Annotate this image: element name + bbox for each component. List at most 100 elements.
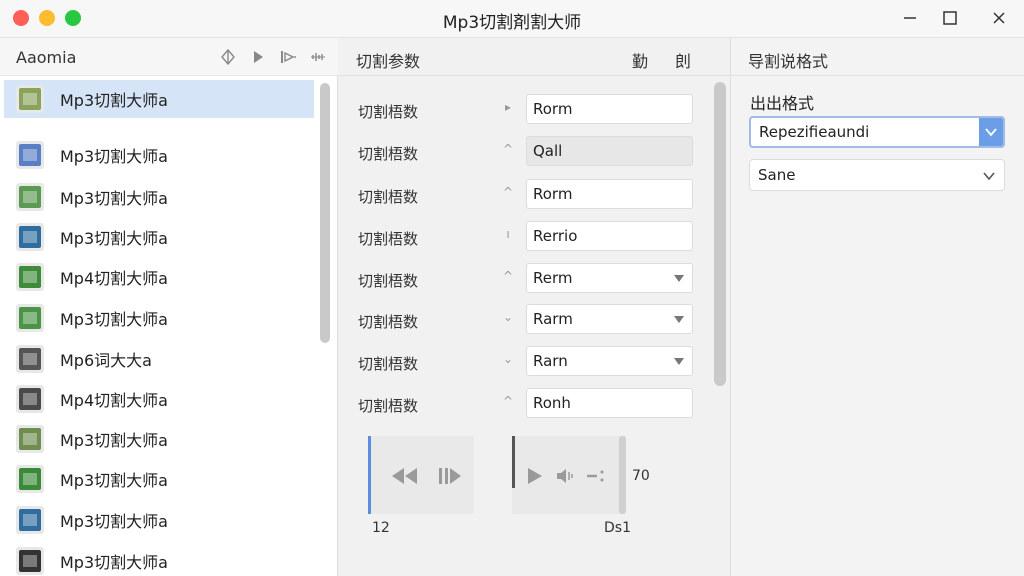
start-marker[interactable] — [368, 436, 371, 514]
param-row: 切割梧数 ⌄ Rarn — [338, 346, 731, 378]
file-list-item-label: Mp6词大大a — [60, 351, 152, 370]
params-title: 切割参数 — [356, 52, 421, 71]
chevron-down-icon[interactable] — [674, 316, 684, 323]
param-label: 切割梧数 — [358, 188, 419, 206]
file-list-item-label: Mp3切割大师a — [60, 431, 168, 450]
quality-select[interactable]: Sane — [749, 159, 1005, 191]
file-list-item[interactable]: Mp3切割大师a — [4, 298, 314, 338]
param-input[interactable]: Rorm — [526, 94, 693, 124]
header-label-2: 勤 — [632, 52, 649, 71]
info-file-icon — [16, 141, 44, 169]
param-row: 切割梧数 ^ Qall — [338, 136, 731, 168]
file-list-item[interactable]: Mp3切割大师a — [4, 177, 314, 217]
file-list-item[interactable]: Mp3切割大师a — [4, 500, 314, 540]
param-input[interactable]: Ronh — [526, 388, 693, 418]
param-dropdown[interactable]: Rarn — [526, 346, 693, 376]
waveform-icon[interactable] — [308, 47, 328, 67]
param-label: 切割梧数 — [358, 355, 419, 373]
file-list-item[interactable]: Mp4切割大师a — [4, 257, 314, 297]
file-list-item-label: Mp3切割大师a — [60, 189, 168, 208]
param-arrow-icon[interactable]: ^ — [500, 142, 516, 156]
file-list-item[interactable]: Mp6词大大a — [4, 339, 314, 379]
window-title: Mp3切割剤割大师 — [442, 13, 582, 33]
param-arrow-icon[interactable]: ⌄ — [500, 310, 516, 324]
maximize-icon[interactable] — [938, 7, 962, 29]
quality-select-value: Sane — [758, 166, 796, 184]
minimize-icon[interactable] — [898, 7, 922, 29]
file-list-item[interactable]: Mp3切割大师a — [4, 217, 314, 257]
param-arrow-icon[interactable]: ▸ — [500, 100, 516, 114]
param-arrow-icon[interactable]: ^ — [500, 269, 516, 283]
file-list-item[interactable]: Mp4切割大师a — [4, 379, 314, 419]
file-list-item-label: Mp3切割大师a — [60, 310, 168, 329]
file-list-item[interactable]: Mp3切割大师a — [4, 419, 314, 459]
chevron-down-icon[interactable] — [982, 168, 996, 186]
end-time: Ds1 — [604, 520, 631, 536]
blue-file-icon — [16, 506, 44, 534]
grid-file-icon — [16, 85, 44, 113]
volume-icon[interactable] — [554, 464, 576, 488]
param-input[interactable]: Rerrio — [526, 221, 693, 251]
file-list-item-label: Mp3切割大师a — [60, 229, 168, 248]
file-list-item-label: Mp3切割大师a — [60, 553, 168, 572]
param-row: 切割梧数 ^ Rerm — [338, 263, 731, 295]
player-controls: 70 12 Ds1 — [368, 436, 650, 536]
param-label: 切割梧数 — [358, 397, 419, 415]
player-value: 70 — [632, 468, 650, 484]
param-value: Rarm — [533, 310, 573, 328]
param-dropdown[interactable]: Rarm — [526, 304, 693, 334]
close-icon[interactable] — [987, 7, 1011, 29]
param-label: 切割梧数 — [358, 272, 419, 290]
param-value: Rerm — [533, 269, 573, 287]
param-value: Qall — [533, 142, 563, 160]
file-list-item[interactable]: Mp3切割大师a — [4, 459, 314, 499]
forward-file-icon — [16, 223, 44, 251]
close-file-icon — [16, 385, 44, 413]
play-icon[interactable] — [248, 47, 268, 67]
diamond-icon[interactable] — [218, 47, 238, 67]
param-row: 切割梧数 ▸ Rorm — [338, 94, 731, 126]
param-value: Rerrio — [533, 227, 578, 245]
param-input[interactable]: Qall — [526, 136, 693, 166]
file-list-item-label: Mp3切割大师a — [60, 147, 168, 166]
settings-dots-icon[interactable] — [584, 464, 608, 488]
chevron-down-icon[interactable] — [979, 118, 1003, 146]
param-row: 切割梧数 ^ Rorm — [338, 179, 731, 211]
param-arrow-icon[interactable]: ^ — [500, 394, 516, 408]
param-value: Rarn — [533, 352, 568, 370]
end-marker[interactable] — [512, 436, 515, 488]
title-bar: Mp3切割剤割大师 — [0, 0, 1024, 38]
header-label-3: 剆 — [675, 52, 692, 71]
file-list-item[interactable]: Mp3切割大师a — [4, 541, 314, 576]
format-select-value: Repezifieaundi — [759, 123, 870, 141]
format-select[interactable]: Repezifieaundi — [749, 116, 1005, 148]
file-list-item-label: Mp3切割大师a — [60, 91, 168, 110]
chevron-down-icon[interactable] — [674, 275, 684, 282]
sidebar-toolbar — [218, 47, 328, 67]
sidebar-scrollbar[interactable] — [320, 83, 330, 343]
param-arrow-icon[interactable]: ^ — [500, 185, 516, 199]
sidebar-header: Aaomia — [0, 38, 338, 76]
param-dropdown[interactable]: Rerm — [526, 263, 693, 293]
param-arrow-icon[interactable]: ⌄ — [500, 352, 516, 366]
player-scrollbar[interactable] — [619, 436, 626, 514]
play-button-icon[interactable] — [524, 464, 546, 488]
pause-play-icon[interactable] — [436, 464, 464, 488]
file-list-item-label: Mp3切割大师a — [60, 471, 168, 490]
chevron-down-icon[interactable] — [674, 358, 684, 365]
param-row: 切割梧数 ⌄ Rarm — [338, 304, 731, 336]
sidebar-title: Aaomia — [16, 48, 77, 67]
param-arrow-icon[interactable]: ı — [500, 227, 516, 241]
params-scrollbar[interactable] — [714, 82, 726, 386]
output-title: 导割说格式 — [748, 52, 829, 71]
file-list-item-label: Mp3切割大师a — [60, 512, 168, 531]
start-time: 12 — [372, 520, 390, 536]
file-list-item[interactable]: Mp3切割大师a — [4, 80, 314, 118]
file-list-item-label: Mp4切割大师a — [60, 269, 168, 288]
param-label: 切割梧数 — [358, 145, 419, 163]
param-input[interactable]: Rorm — [526, 179, 693, 209]
param-label: 切割梧数 — [358, 103, 419, 121]
skip-icon[interactable] — [278, 47, 298, 67]
file-list-item[interactable]: Mp3切割大师a — [4, 135, 314, 175]
rewind-icon[interactable] — [390, 464, 420, 488]
